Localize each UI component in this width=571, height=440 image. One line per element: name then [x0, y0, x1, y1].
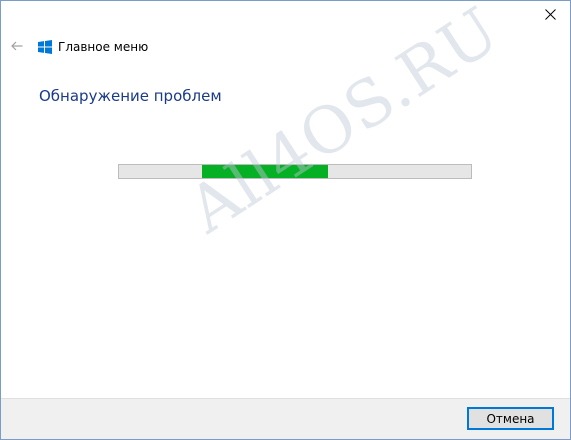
progress-bar	[118, 164, 472, 179]
back-button[interactable]	[9, 39, 25, 55]
windows-logo-icon	[38, 40, 52, 54]
watermark: All4OS.RU	[176, 0, 513, 249]
footer-bar: Отмена	[1, 398, 570, 439]
navigation-bar: Главное меню	[9, 37, 148, 57]
close-button[interactable]	[530, 1, 570, 31]
back-arrow-icon	[11, 38, 23, 56]
cancel-button[interactable]: Отмена	[467, 407, 554, 430]
close-icon	[544, 7, 556, 25]
troubleshooter-window: Главное меню Обнаружение проблем All4OS.…	[0, 0, 571, 440]
progress-bar-fill	[201, 165, 329, 178]
app-title: Главное меню	[58, 40, 149, 54]
page-heading: Обнаружение проблем	[39, 87, 222, 105]
